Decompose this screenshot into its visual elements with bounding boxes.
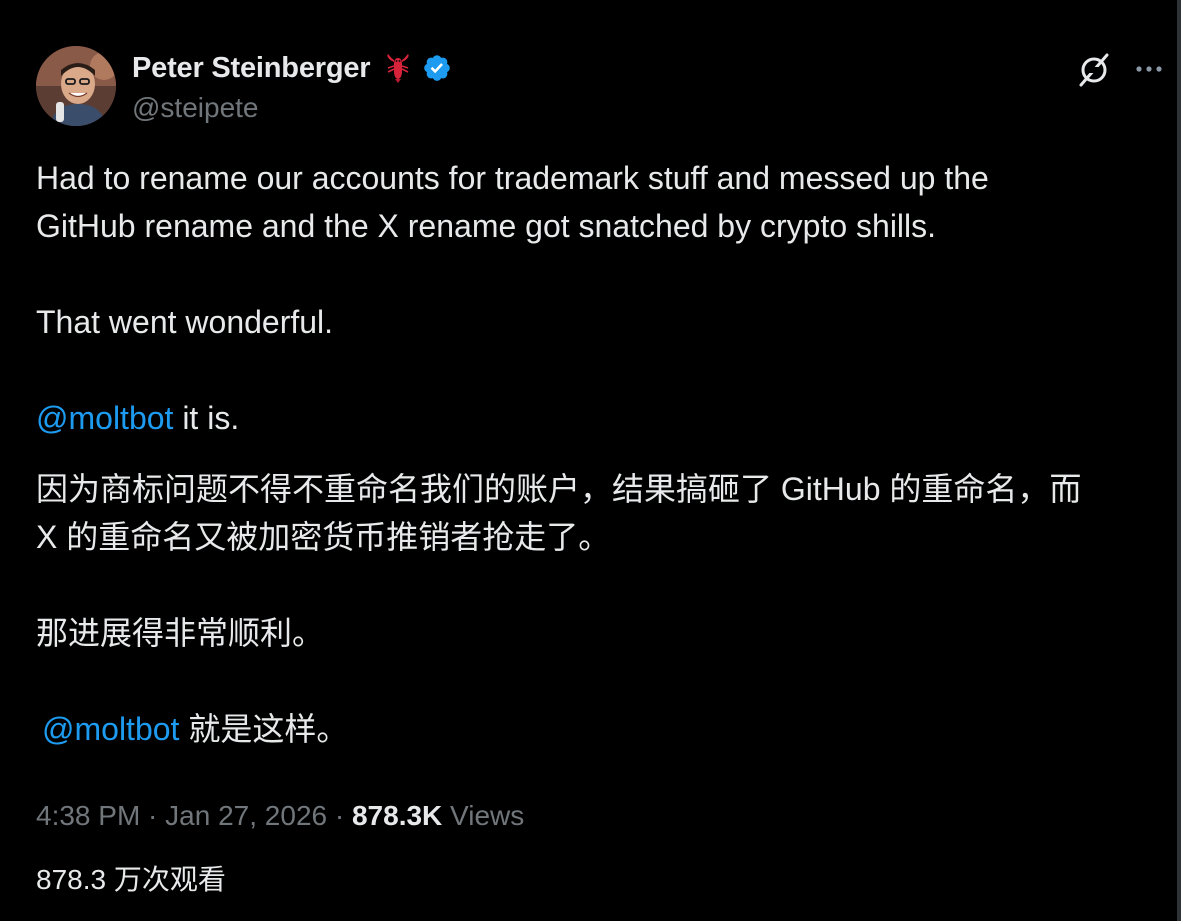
mention-suffix-cn: 就是这样。 bbox=[179, 711, 349, 747]
tweet-text-cn-mention-line: @moltbot 就是这样。 bbox=[42, 704, 348, 750]
tweet-text-en-line-2: GitHub rename and the X rename got snatc… bbox=[36, 208, 937, 244]
tweet-text-cn-line-2: X 的重命名又被加密货币推销者抢走了。 bbox=[36, 519, 611, 555]
handle[interactable]: @steipete bbox=[132, 92, 259, 124]
verified-badge-icon[interactable] bbox=[422, 53, 452, 83]
tweet-text-en-line-1: Had to rename our accounts for trademark… bbox=[36, 160, 989, 196]
tweet-meta: 4:38 PM · Jan 27, 2026 · 878.3K Views bbox=[36, 800, 524, 832]
name-row: Peter Steinberger bbox=[132, 50, 452, 86]
tweet-text-cn-line-3: 那进展得非常顺利。 bbox=[36, 615, 325, 651]
views-translation: 878.3 万次观看 bbox=[36, 864, 226, 895]
avatar[interactable] bbox=[36, 46, 116, 126]
mention-link-moltbot[interactable]: @moltbot bbox=[36, 400, 173, 436]
grok-icon[interactable] bbox=[1076, 52, 1112, 88]
window-edge bbox=[1177, 0, 1181, 921]
display-name[interactable]: Peter Steinberger bbox=[132, 52, 371, 85]
tweet-header: Peter Steinberger @steipete bbox=[36, 46, 1166, 130]
meta-separator-2: · bbox=[327, 800, 352, 831]
tweet-text-en-line-3: That went wonderful. bbox=[36, 304, 334, 340]
more-icon[interactable] bbox=[1132, 52, 1166, 86]
tweet-date[interactable]: Jan 27, 2026 bbox=[165, 800, 327, 831]
lobster-icon bbox=[382, 52, 414, 84]
mention-link-moltbot-cn[interactable]: @moltbot bbox=[42, 711, 179, 747]
views-label: Views bbox=[442, 800, 525, 831]
avatar-image bbox=[36, 46, 116, 126]
tweet-text-en-mention-line: @moltbot it is. bbox=[36, 400, 239, 437]
meta-separator: · bbox=[140, 800, 166, 831]
tweet-text-cn-line-1: 因为商标问题不得不重命名我们的账户，结果搞砸了 GitHub 的重命名，而 bbox=[36, 471, 1082, 507]
views-count[interactable]: 878.3K bbox=[352, 800, 442, 831]
tweet-time[interactable]: 4:38 PM bbox=[36, 800, 140, 831]
mention-suffix: it is. bbox=[173, 400, 240, 436]
